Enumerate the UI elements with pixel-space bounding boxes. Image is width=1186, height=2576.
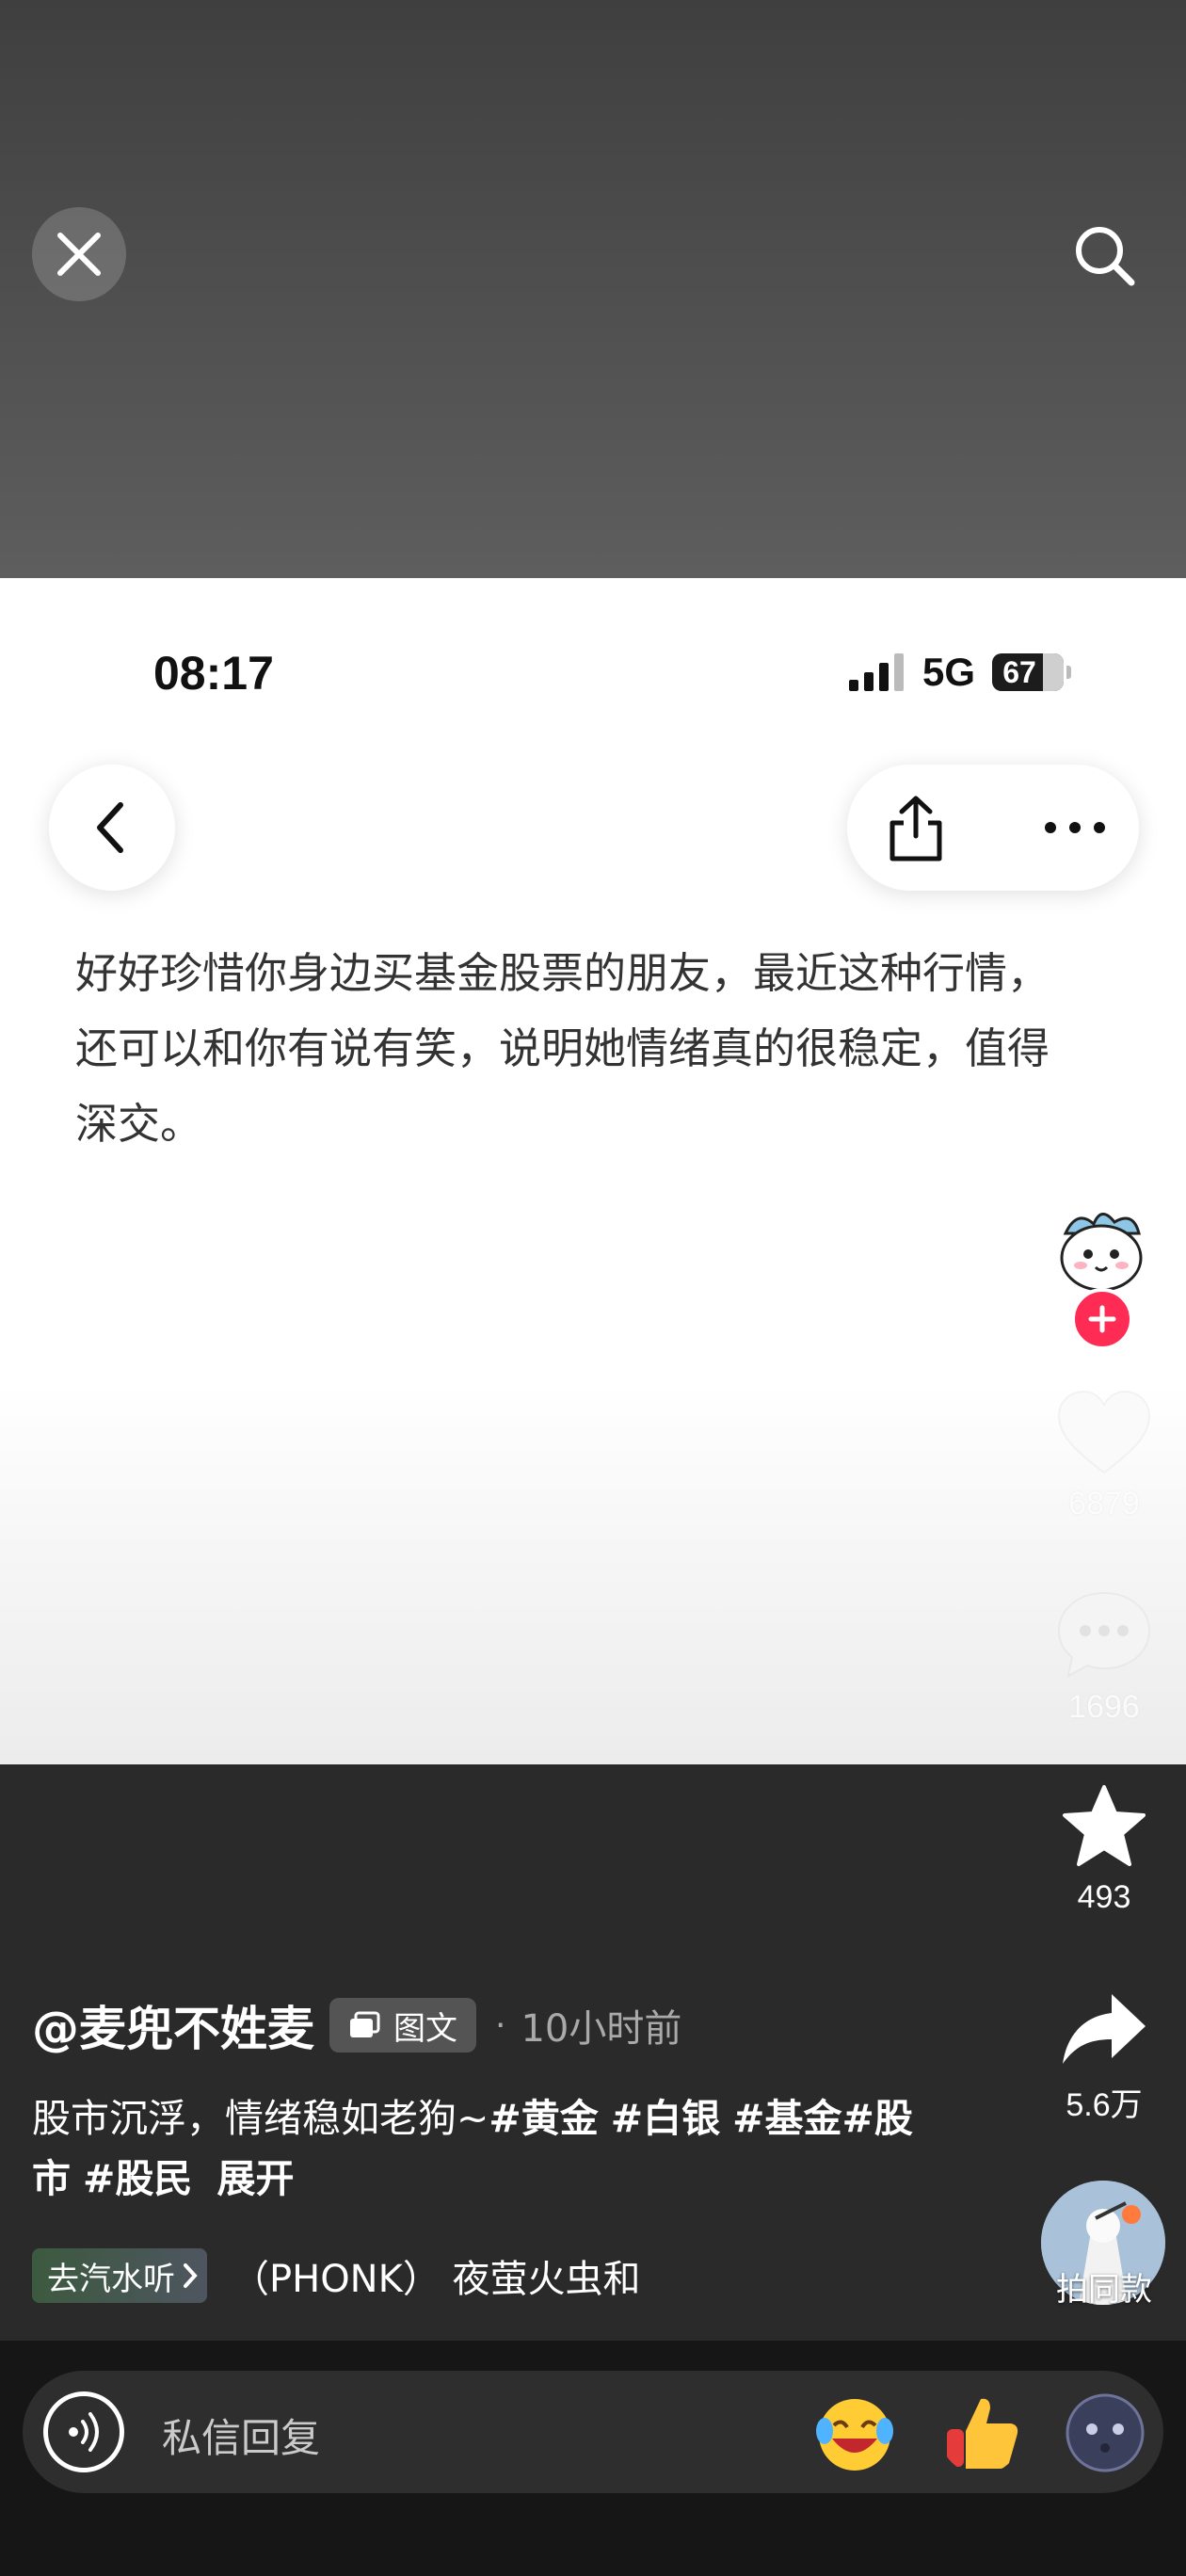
music-chip-label: 去汽水听	[47, 2260, 175, 2298]
hashtag[interactable]: #黄金	[489, 2096, 598, 2141]
music-track-title[interactable]: （PHONK） 夜萤火虫和	[232, 2248, 689, 2303]
post-body-text: 好好珍惜你身边买基金股票的朋友，最近这种行情，还可以和你有说有笑，说明她情绪真的…	[75, 948, 1050, 1149]
like-count: 6879	[1068, 1486, 1140, 1521]
star-icon	[1063, 1785, 1146, 1866]
status-time: 08:17	[153, 647, 274, 700]
open-in-qishui-button[interactable]: 去汽水听	[32, 2248, 207, 2303]
signal-icon	[849, 653, 904, 691]
comment-icon	[1057, 1591, 1151, 1678]
chevron-left-icon	[97, 802, 123, 853]
back-button[interactable]	[49, 765, 175, 891]
follow-button[interactable]	[1071, 1288, 1133, 1350]
comment-count: 1696	[1068, 1689, 1140, 1725]
reply-bar: 私信回复	[0, 2341, 1186, 2576]
author-avatar[interactable]	[1049, 1196, 1154, 1301]
favorite-action[interactable]: 493	[1035, 1783, 1173, 1916]
battery-level: 67	[1002, 654, 1036, 689]
thumbs-up-emoji-icon[interactable]	[939, 2391, 1022, 2474]
remix-label[interactable]: 拍同款	[1035, 2263, 1173, 2310]
network-type: 5G	[922, 650, 976, 694]
laughing-crying-emoji-icon[interactable]	[813, 2391, 896, 2474]
close-icon	[57, 233, 101, 276]
post-image-card[interactable]: 08:17 5G 67 好好珍惜你身边买基金股票的朋友，最近这种行情，还可以和你…	[0, 578, 1186, 1764]
voice-button[interactable]	[43, 2391, 124, 2472]
forward-icon	[1063, 1994, 1146, 2064]
post-type-badge: 图文	[329, 1998, 476, 2053]
share-count: 5.6万	[1066, 2087, 1143, 2123]
top-overlay	[0, 0, 1186, 578]
hashtag[interactable]: #白银	[611, 2096, 720, 2141]
favorite-count: 493	[1077, 1879, 1131, 1915]
close-button[interactable]	[32, 207, 126, 301]
caption-text: 股市沉浮，情绪稳如老狗~	[32, 2096, 489, 2141]
voice-icon	[69, 2412, 99, 2452]
author-name[interactable]: @麦兜不姓麦	[32, 1991, 314, 2059]
hashtag[interactable]: #股民	[83, 2156, 192, 2201]
moon-face-emoji-icon[interactable]	[1064, 2391, 1146, 2474]
share-icon[interactable]	[883, 793, 949, 864]
post-caption: 股市沉浮，情绪稳如老狗~#黄金 #白银 #基金#股市 #股民 展开	[32, 2088, 936, 2209]
comment-action[interactable]: 1696	[1035, 1589, 1173, 1726]
avatar-illustration	[1050, 1198, 1152, 1299]
reply-placeholder: 私信回复	[162, 2415, 321, 2461]
like-action[interactable]: 6879	[1035, 1390, 1173, 1522]
post-time: 10小时前	[521, 2007, 682, 2051]
expand-button[interactable]: 展开	[216, 2156, 294, 2201]
chevron-right-icon	[184, 2263, 198, 2288]
forward-action[interactable]: 5.6万	[1035, 1990, 1173, 2125]
author-row: @麦兜不姓麦 图文 · 10小时前	[32, 1996, 682, 2056]
reply-input[interactable]: 私信回复	[23, 2371, 1163, 2493]
plus-icon	[1088, 1305, 1116, 1333]
music-row: 去汽水听 （PHONK） 夜萤火虫和	[32, 2248, 689, 2303]
image-text-icon	[350, 2011, 380, 2037]
heart-icon	[1057, 1390, 1151, 1474]
separator-dot: ·	[495, 2005, 506, 2045]
status-indicators: 5G 67	[847, 650, 1072, 694]
post-type-label: 图文	[393, 2009, 457, 2048]
